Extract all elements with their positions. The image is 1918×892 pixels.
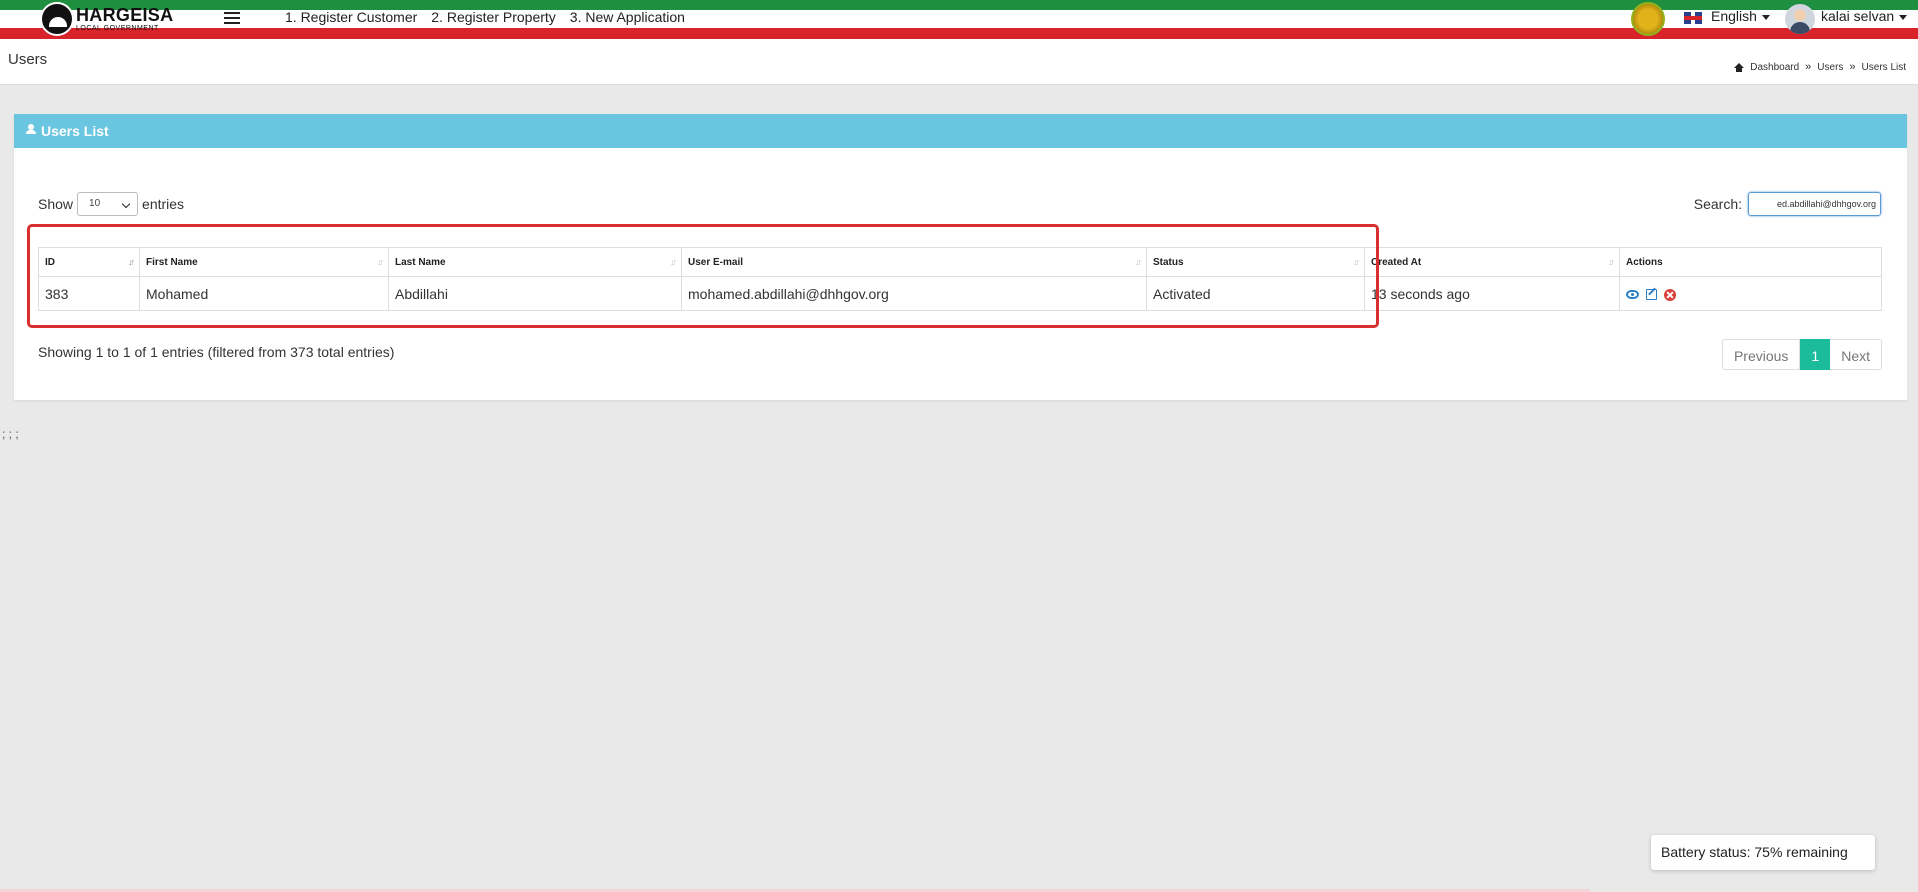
- government-seal-icon: [1631, 2, 1665, 36]
- hargeisa-logo[interactable]: HARGEISA LOCAL GOVERNMENT: [40, 1, 173, 37]
- column-header-label: ID: [45, 256, 55, 268]
- nav-new-application[interactable]: 3. New Application: [570, 9, 685, 25]
- page-title: Users: [8, 51, 48, 68]
- sort-icon: ↓↑: [670, 257, 677, 267]
- cell-last-name: Abdillahi: [388, 276, 682, 311]
- edit-icon[interactable]: [1645, 289, 1657, 301]
- show-label: Show: [38, 196, 74, 212]
- home-icon: [1734, 62, 1745, 72]
- pagination: Previous 1 Next: [1721, 339, 1882, 370]
- chevron-down-icon: [1899, 14, 1908, 20]
- search-input[interactable]: ed.abdillahi@dhhgov.org: [1748, 192, 1881, 216]
- stray-text: ; ; ;: [2, 427, 19, 441]
- battery-status-toast: Battery status: 75% remaining: [1651, 835, 1875, 870]
- avatar[interactable]: [1785, 4, 1815, 34]
- breadcrumb-users[interactable]: Users: [1817, 62, 1843, 73]
- previous-button[interactable]: Previous: [1721, 339, 1801, 370]
- cell-id: 383: [38, 276, 140, 311]
- breadcrumb-users-list: Users List: [1861, 61, 1906, 73]
- column-header-status[interactable]: Status ↓↑: [1146, 247, 1365, 277]
- sort-icon: ↓↑: [1608, 257, 1615, 267]
- language-label: English: [1711, 8, 1757, 24]
- cell-status: Activated: [1146, 276, 1365, 311]
- top-nav-links: 1. Register Customer 2. Register Propert…: [285, 9, 685, 25]
- column-header-label: Last Name: [395, 256, 446, 268]
- language-dropdown[interactable]: English: [1711, 8, 1770, 24]
- user-name: kalai selvan: [1821, 8, 1895, 24]
- column-header-first-name[interactable]: First Name ↓↑: [139, 247, 389, 277]
- panel-title: Users List: [41, 123, 109, 139]
- next-button[interactable]: Next: [1830, 339, 1882, 370]
- breadcrumb-dashboard[interactable]: Dashboard: [1750, 62, 1799, 73]
- table-info: Showing 1 to 1 of 1 entries (filtered fr…: [38, 344, 395, 360]
- user-menu[interactable]: kalai selvan: [1821, 8, 1908, 24]
- view-icon[interactable]: [1626, 290, 1639, 300]
- column-header-label: Created At: [1371, 256, 1422, 268]
- uk-flag-icon: [1684, 12, 1702, 24]
- menu-toggle-icon[interactable]: [224, 12, 240, 24]
- sort-asc-icon: ↓↑: [128, 257, 135, 267]
- column-header-label: User E-mail: [688, 256, 744, 268]
- search-control: Search: ed.abdillahi@dhhgov.org: [1694, 192, 1881, 216]
- nav-register-customer[interactable]: 1. Register Customer: [285, 9, 417, 25]
- column-header-label: First Name: [146, 256, 198, 268]
- logo-emblem-icon: [40, 2, 74, 36]
- users-table: ID ↓↑ First Name ↓↑ Last Name ↓↑ User E-mai…: [38, 247, 1882, 311]
- sort-icon: ↓↑: [1135, 257, 1142, 267]
- delete-icon[interactable]: [1663, 288, 1676, 301]
- column-header-email[interactable]: User E-mail ↓↑: [681, 247, 1147, 277]
- cell-email: mohamed.abdillahi@dhhgov.org: [681, 276, 1147, 311]
- cell-actions: [1619, 276, 1882, 311]
- panel-heading: Users List: [14, 114, 1907, 148]
- breadcrumb-separator: »: [1849, 61, 1856, 73]
- table-row: 383 Mohamed Abdillahi mohamed.abdillahi@…: [38, 276, 1882, 311]
- page-header: Users Dashboard » Users » Users List: [0, 39, 1918, 85]
- column-header-id[interactable]: ID ↓↑: [38, 247, 140, 277]
- breadcrumb-separator: »: [1805, 61, 1812, 73]
- column-header-actions: Actions: [1619, 247, 1882, 277]
- column-header-label: Actions: [1626, 256, 1663, 268]
- column-header-label: Status: [1153, 256, 1184, 268]
- breadcrumb: Dashboard » Users » Users List: [1734, 61, 1906, 73]
- user-icon: [26, 124, 36, 135]
- sort-icon: ↓↑: [1353, 257, 1360, 267]
- nav-register-property[interactable]: 2. Register Property: [431, 9, 556, 25]
- entries-label: entries: [142, 196, 185, 212]
- entries-per-page-value: 10: [89, 198, 101, 209]
- column-header-last-name[interactable]: Last Name ↓↑: [388, 247, 682, 277]
- sort-icon: ↓↑: [377, 257, 384, 267]
- cell-created-at: 13 seconds ago: [1364, 276, 1620, 311]
- search-label: Search:: [1693, 196, 1742, 212]
- logo-subtitle: LOCAL GOVERNMENT: [76, 25, 159, 32]
- users-list-panel: Users List Show 10 entries Search: ed.ab…: [14, 114, 1907, 400]
- logo-title: HARGEISA: [76, 5, 174, 25]
- column-header-created-at[interactable]: Created At ↓↑: [1364, 247, 1620, 277]
- chevron-down-icon: [1761, 14, 1770, 20]
- show-entries-control: Show 10 entries: [38, 192, 184, 216]
- page-1-button[interactable]: 1: [1800, 339, 1831, 370]
- top-navbar: HARGEISA LOCAL GOVERNMENT 1. Register Cu…: [0, 0, 1918, 39]
- cell-first-name: Mohamed: [139, 276, 389, 311]
- entries-per-page-select[interactable]: 10: [77, 192, 139, 216]
- table-header-row: ID ↓↑ First Name ↓↑ Last Name ↓↑ User E-mai…: [38, 247, 1882, 277]
